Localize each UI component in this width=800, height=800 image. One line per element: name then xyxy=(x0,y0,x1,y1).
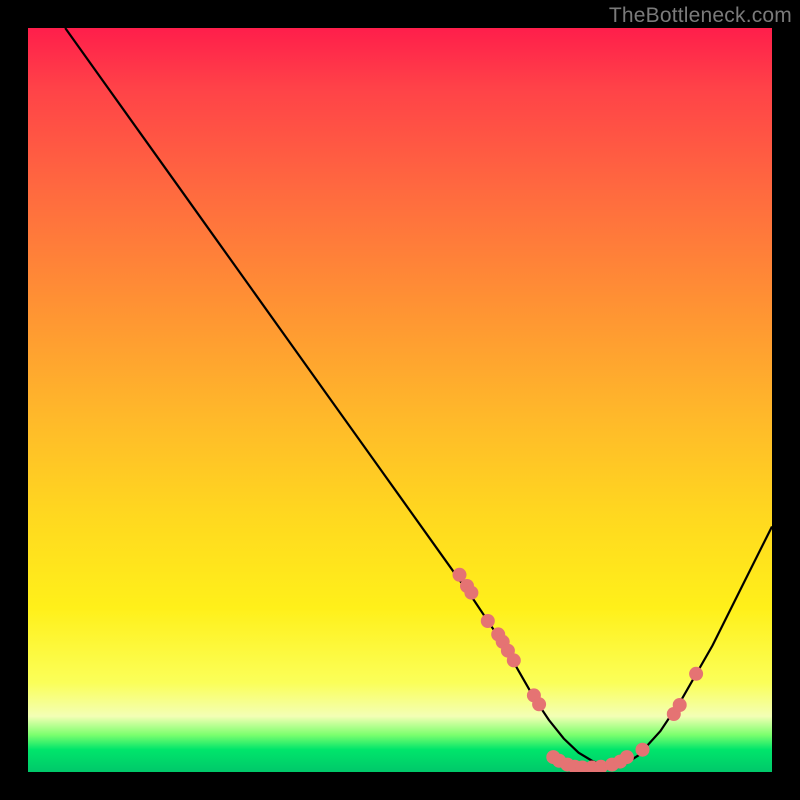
chart-svg xyxy=(28,28,772,772)
curve-markers-group xyxy=(453,568,704,772)
curve-marker xyxy=(481,614,495,628)
watermark-text: TheBottleneck.com xyxy=(609,4,792,28)
curve-marker xyxy=(507,653,521,667)
curve-marker xyxy=(620,750,634,764)
curve-marker xyxy=(532,697,546,711)
chart-frame xyxy=(28,28,772,772)
curve-marker xyxy=(673,698,687,712)
bottleneck-curve xyxy=(65,28,772,767)
curve-marker xyxy=(689,667,703,681)
curve-marker xyxy=(464,586,478,600)
curve-marker xyxy=(636,743,650,757)
plot-area xyxy=(28,28,772,772)
